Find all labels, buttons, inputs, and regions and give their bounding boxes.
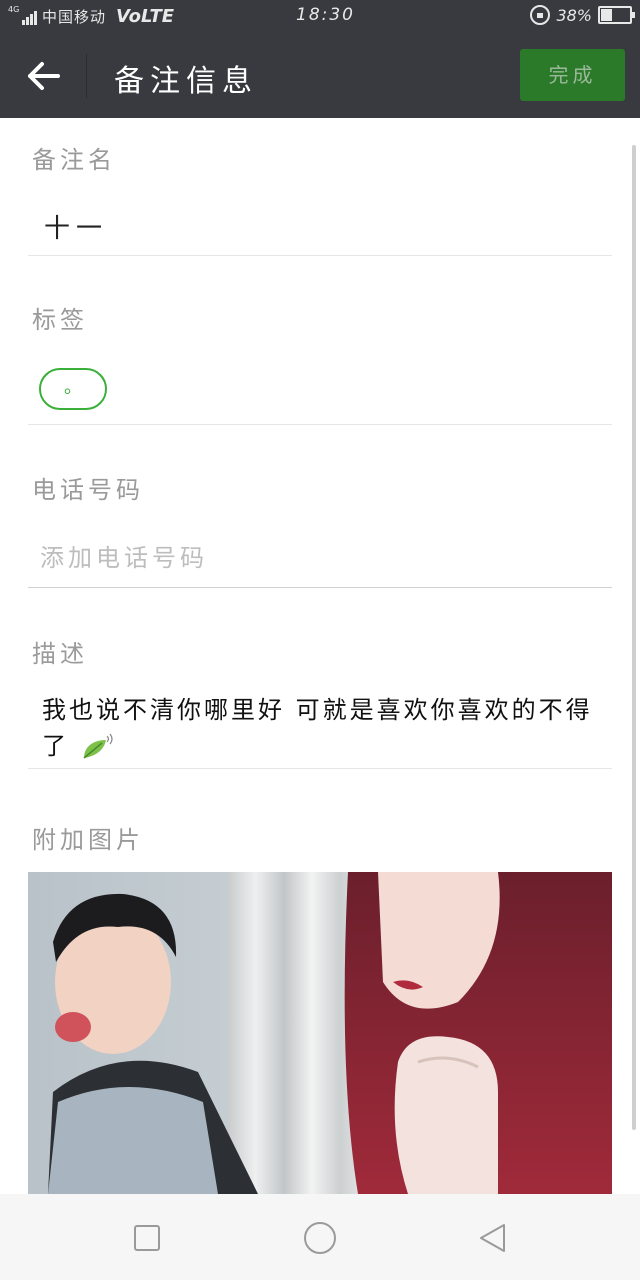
status-time: 18:30: [296, 5, 355, 25]
divider: [28, 255, 612, 256]
photo-image: [28, 872, 612, 1194]
back-icon: [480, 1224, 505, 1252]
remark-form: 备注名 十一 标签 。 电话号码 描述 我也说不清你哪里好 可就是喜欢你喜欢的不…: [0, 118, 640, 1194]
remark-name-field[interactable]: 十一: [44, 208, 108, 245]
carrier-name: 中国移动: [42, 8, 107, 26]
tag-chip[interactable]: 。: [39, 368, 107, 410]
status-right: 38%: [530, 5, 635, 25]
phone-label: 电话号码: [32, 476, 144, 504]
header-divider: [86, 54, 87, 98]
battery-fill: [601, 9, 612, 21]
remark-label: 备注名: [32, 146, 116, 174]
tags-label: 标签: [32, 306, 88, 334]
status-left: 4G 中国移动 VoLTE: [8, 4, 175, 28]
app-header: 备注信息 完成: [0, 32, 640, 118]
battery-percent: 38%: [556, 5, 592, 25]
volte-indicator: VoLTE: [116, 6, 175, 27]
signal-icon: 4G: [8, 4, 38, 27]
recent-apps-button[interactable]: [129, 1220, 165, 1256]
phone-input[interactable]: [40, 540, 540, 576]
battery-icon: [598, 6, 635, 24]
photo-label: 附加图片: [32, 826, 144, 854]
divider: [28, 768, 612, 769]
system-nav-bar: [0, 1194, 640, 1280]
phone-underline: [28, 587, 612, 588]
home-button[interactable]: [302, 1220, 338, 1256]
divider: [28, 424, 612, 425]
page-title: 备注信息: [114, 64, 258, 99]
description-label: 描述: [32, 640, 88, 668]
rotation-lock-icon: [530, 5, 551, 25]
network-badge: 4G: [8, 4, 20, 14]
arrow-left-icon: [28, 62, 60, 90]
status-bar: 4G 中国移动 VoLTE 18:30 38%: [0, 0, 640, 32]
home-icon: [304, 1222, 336, 1254]
leaf-emoji-icon: [83, 733, 113, 759]
scrollbar[interactable]: [632, 145, 636, 1130]
description-text: 我也说不清你哪里好 可就是喜欢你喜欢的不得了: [42, 696, 593, 760]
description-field[interactable]: 我也说不清你哪里好 可就是喜欢你喜欢的不得了: [42, 692, 602, 764]
done-button[interactable]: 完成: [520, 49, 625, 101]
back-button[interactable]: [22, 54, 66, 98]
attached-photo[interactable]: [28, 872, 612, 1194]
nav-back-button[interactable]: [474, 1220, 510, 1256]
recent-apps-icon: [134, 1225, 160, 1251]
